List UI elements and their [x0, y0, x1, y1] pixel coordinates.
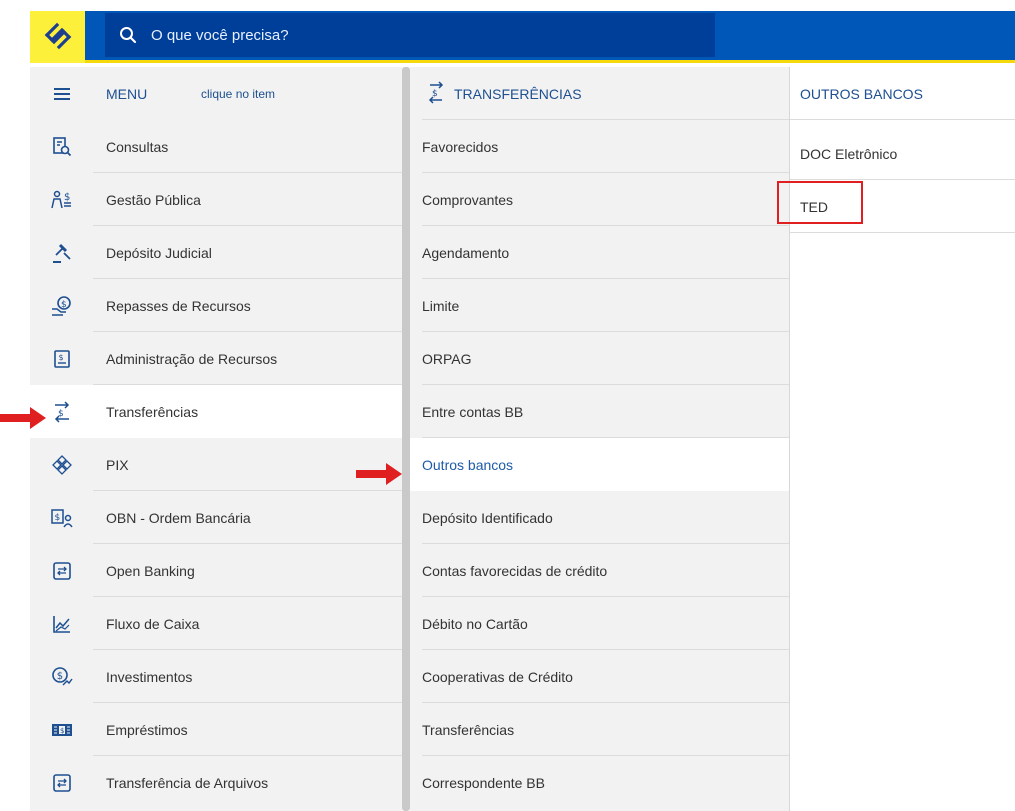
submenu-item-cooperativas-de-credito[interactable]: Cooperativas de Crédito: [410, 650, 789, 703]
submenu-item-limite[interactable]: Limite: [410, 279, 789, 332]
money-document-icon: $: [51, 348, 73, 370]
svg-text:$: $: [55, 513, 61, 523]
menu-item-consultas[interactable]: Consultas: [30, 120, 402, 173]
main-menu: MENU clique no item Consultas $ Gestão P…: [30, 67, 402, 811]
banknote-icon: $: [51, 719, 73, 741]
menu-title: MENU: [106, 85, 148, 102]
submenu-item-entre-contas-bb[interactable]: Entre contas BB: [410, 385, 789, 438]
top-bar: [0, 0, 1015, 67]
menu-item-label: Depósito Judicial: [106, 244, 212, 261]
submenu-item-label: Depósito Identificado: [422, 509, 553, 526]
column-scrollbar[interactable]: [402, 67, 410, 811]
menu-item-label: Repasses de Recursos: [106, 297, 251, 314]
bank-logo-icon: [44, 22, 71, 49]
svg-text:$: $: [60, 727, 64, 735]
exchange-box-icon: [51, 560, 73, 582]
svg-text:$: $: [61, 300, 67, 310]
submenu-item-label: Entre contas BB: [422, 403, 524, 420]
submenu-item-label: Agendamento: [422, 244, 510, 261]
menu-item-pix[interactable]: PIX: [30, 438, 402, 491]
menu-item-emprestimos[interactable]: $ Empréstimos: [30, 703, 402, 756]
submenu-item-label: Transferências: [422, 721, 515, 738]
search-icon: [120, 27, 137, 44]
menu-hint: clique no item: [201, 86, 276, 101]
menu-item-label: Gestão Pública: [106, 191, 201, 208]
menu-item-label: PIX: [106, 456, 129, 473]
pix-icon: [51, 454, 73, 476]
submenu-item-agendamento[interactable]: Agendamento: [410, 226, 789, 279]
search-box[interactable]: [105, 13, 715, 57]
submenu-item-correspondente-bb[interactable]: Correspondente BB: [410, 756, 789, 809]
gavel-icon: [51, 242, 73, 264]
svg-text:$: $: [58, 409, 64, 419]
third-item-doc-eletronico[interactable]: DOC Eletrônico: [790, 127, 1015, 180]
menu-item-administracao-de-recursos[interactable]: $ Administração de Recursos: [30, 332, 402, 385]
search-input[interactable]: [151, 26, 651, 44]
submenu-item-comprovantes[interactable]: Comprovantes: [410, 173, 789, 226]
menu-item-transferencias[interactable]: $ Transferências: [30, 385, 402, 438]
submenu-title: TRANSFERÊNCIAS: [454, 85, 582, 102]
submenu-item-label: Cooperativas de Crédito: [422, 668, 573, 685]
transfer-arrows-icon: $: [428, 81, 444, 104]
submenu-item-label: Limite: [422, 297, 460, 314]
submenu-item-label: Correspondente BB: [422, 774, 545, 791]
svg-text:$: $: [64, 192, 70, 203]
submenu-header: $ TRANSFERÊNCIAS: [410, 67, 789, 120]
menu-item-obn-ordem-bancaria[interactable]: $ OBN - Ordem Bancária: [30, 491, 402, 544]
menu-item-label: Fluxo de Caixa: [106, 615, 200, 632]
submenu-transferencias: $ TRANSFERÊNCIAS Favorecidos Comprovante…: [410, 67, 790, 811]
menu-item-label: Empréstimos: [106, 721, 188, 738]
third-item-label: DOC Eletrônico: [800, 145, 898, 162]
menu-item-label: Investimentos: [106, 668, 193, 685]
hamburger-icon[interactable]: [51, 83, 73, 105]
menu-item-transferencia-de-arquivos[interactable]: Transferência de Arquivos: [30, 756, 402, 809]
submenu-item-transferencias[interactable]: Transferências: [410, 703, 789, 756]
menu-item-label: Transferência de Arquivos: [106, 774, 269, 791]
submenu-item-deposito-identificado[interactable]: Depósito Identificado: [410, 491, 789, 544]
submenu-item-label: Comprovantes: [422, 191, 514, 208]
submenu-item-label: Favorecidos: [422, 138, 499, 155]
menu-item-fluxo-de-caixa[interactable]: Fluxo de Caixa: [30, 597, 402, 650]
menu-item-investimentos[interactable]: $ Investimentos: [30, 650, 402, 703]
chart-line-icon: [51, 613, 73, 635]
third-item-ted[interactable]: TED: [790, 180, 1015, 233]
menu-item-label: Consultas: [106, 138, 169, 155]
submenu-item-label: Débito no Cartão: [422, 615, 528, 632]
submenu-item-orpag[interactable]: ORPAG: [410, 332, 789, 385]
menu-item-label: Administração de Recursos: [106, 350, 278, 367]
menu-item-open-banking[interactable]: Open Banking: [30, 544, 402, 597]
people-money-icon: $: [51, 189, 73, 211]
menu-item-label: Transferências: [106, 403, 199, 420]
header-bar: [85, 11, 1015, 63]
svg-text:$: $: [57, 671, 63, 682]
exchange-box-icon: [51, 772, 73, 794]
third-header: OUTROS BANCOS: [790, 67, 1015, 120]
submenu-item-label: ORPAG: [422, 350, 472, 367]
menu-item-label: OBN - Ordem Bancária: [106, 509, 251, 526]
menu-item-deposito-judicial[interactable]: Depósito Judicial: [30, 226, 402, 279]
submenu-item-label: Outros bancos: [422, 456, 514, 473]
menu-header[interactable]: MENU clique no item: [30, 67, 402, 120]
submenu-item-outros-bancos[interactable]: Outros bancos: [410, 438, 789, 491]
menu-item-label: Open Banking: [106, 562, 195, 579]
submenu-item-label: Contas favorecidas de crédito: [422, 562, 608, 579]
submenu-item-favorecidos[interactable]: Favorecidos: [410, 120, 789, 173]
transfer-arrows-icon: $: [51, 400, 73, 423]
money-person-icon: $: [51, 507, 73, 529]
submenu-item-contas-favorecidas-de-credito[interactable]: Contas favorecidas de crédito: [410, 544, 789, 597]
svg-text:$: $: [59, 353, 64, 362]
menu-item-gestao-publica[interactable]: $ Gestão Pública: [30, 173, 402, 226]
third-item-label: TED: [800, 198, 828, 215]
document-search-icon: [51, 136, 73, 158]
hand-money-icon: $: [51, 295, 73, 317]
third-title: OUTROS BANCOS: [800, 85, 923, 102]
menu-item-repasses-de-recursos[interactable]: $ Repasses de Recursos: [30, 279, 402, 332]
submenu-item-debito-no-cartao[interactable]: Débito no Cartão: [410, 597, 789, 650]
coin-growth-icon: $: [51, 666, 73, 688]
submenu-outros-bancos: OUTROS BANCOS DOC Eletrônico TED: [790, 67, 1015, 811]
bank-logo[interactable]: [30, 11, 85, 63]
